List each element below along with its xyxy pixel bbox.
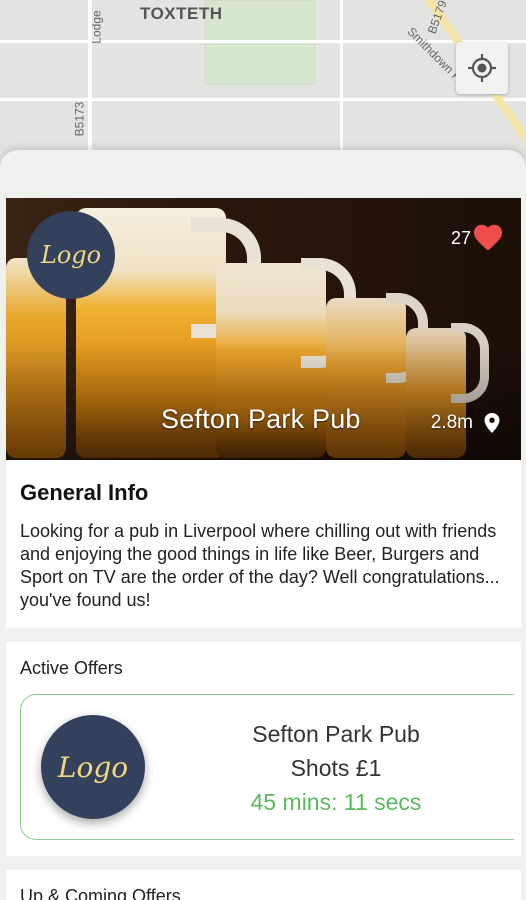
location-pin-icon [484, 413, 500, 433]
active-offers-title: Active Offers [20, 658, 123, 678]
likes-count: 27 [450, 228, 471, 248]
active-offers-card: Active Offers Logo Sefton Park Pub Shots… [6, 642, 521, 856]
offer-countdown: 45 mins: 11 secs [250, 789, 422, 815]
venue-logo: Logo [27, 211, 115, 299]
map-area-label: TOXTETH [140, 4, 223, 23]
offer-logo: Logo [41, 715, 145, 819]
offer-item[interactable]: Logo Sefton Park Pub Shots £1 45 mins: 1… [20, 694, 514, 840]
general-info-title: General Info [20, 480, 149, 505]
venue-bottom-sheet[interactable]: Logo 27 Sefton Park Pub 2.8m General Inf… [0, 150, 526, 900]
offer-title: Shots £1 [290, 755, 382, 781]
venue-hero-image[interactable]: Logo 27 Sefton Park Pub 2.8m [6, 198, 521, 460]
general-info-text: Looking for a pub in Liverpool where chi… [20, 521, 500, 610]
upcoming-offers-card: Up & Coming Offers [6, 870, 521, 900]
general-info-card: General Info Looking for a pub in Liverp… [6, 460, 521, 628]
heart-icon[interactable] [471, 222, 505, 252]
map-road-label: Lodge [89, 10, 104, 44]
offer-venue: Sefton Park Pub [252, 721, 420, 747]
upcoming-offers-title: Up & Coming Offers [20, 886, 181, 900]
venue-distance: 2.8m [430, 412, 473, 433]
map-road-label: B5173 [72, 101, 87, 137]
map-road [0, 40, 526, 43]
venue-name: Sefton Park Pub [161, 404, 361, 434]
crosshair-location-icon [468, 54, 496, 82]
my-location-button[interactable] [456, 42, 508, 94]
